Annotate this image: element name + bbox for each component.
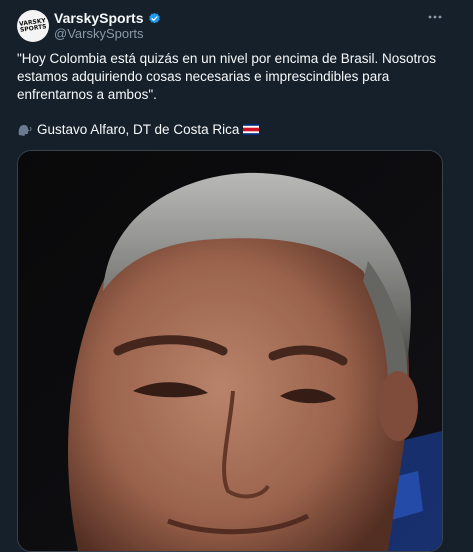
attribution-text: Gustavo Alfaro, DT de Costa Rica — [37, 122, 240, 137]
author-handle[interactable]: @VarskySports — [54, 26, 144, 41]
more-icon[interactable] — [427, 9, 443, 25]
attribution-line: Gustavo Alfaro, DT de Costa Rica — [17, 122, 260, 137]
tweet[interactable]: VARSKY SPORTS VarskySports @VarskySports… — [0, 0, 473, 552]
speaking-head-icon — [18, 124, 32, 136]
avatar[interactable]: VARSKY SPORTS — [17, 10, 49, 42]
tweet-text: "Hoy Colombia está quizás en un nivel po… — [17, 51, 440, 102]
verified-badge-icon — [148, 12, 160, 23]
costa-rica-flag-icon — [243, 124, 260, 135]
author-row: VarskySports — [54, 10, 161, 26]
portrait-image — [18, 151, 442, 551]
avatar-logo: VARSKY SPORTS — [18, 17, 48, 34]
author-name[interactable]: VarskySports — [54, 10, 144, 26]
tweet-photo[interactable] — [17, 150, 443, 552]
